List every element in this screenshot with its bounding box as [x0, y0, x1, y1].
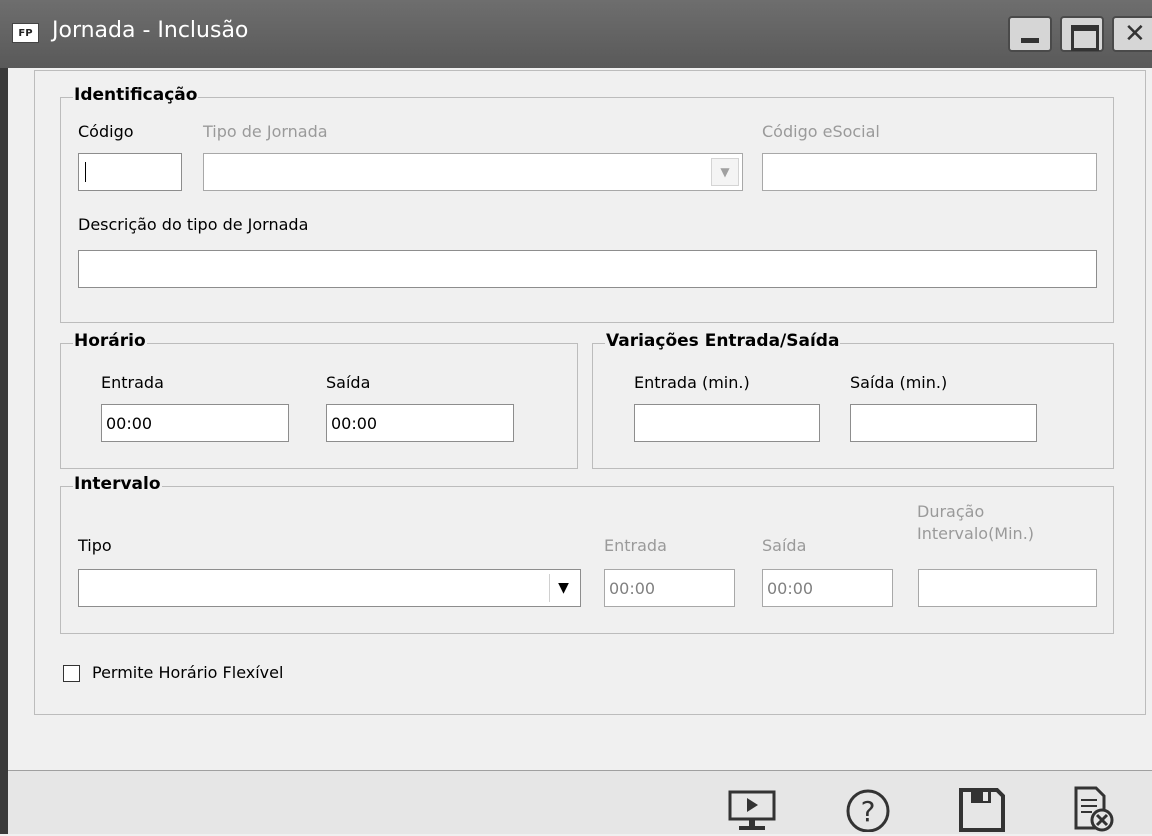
- preview-icon: [728, 790, 776, 830]
- duracao-intervalo-input[interactable]: [918, 569, 1097, 607]
- help-button[interactable]: ?: [843, 784, 893, 833]
- horario-title: Horário: [73, 331, 147, 351]
- horario-entrada-input[interactable]: 00:00: [101, 404, 289, 442]
- save-icon: [959, 788, 1005, 832]
- tipo-jornada-label: Tipo de Jornada: [203, 122, 328, 141]
- intervalo-saida-input[interactable]: 00:00: [762, 569, 893, 607]
- codigo-label: Código: [78, 122, 134, 141]
- identificacao-title: Identificação: [73, 85, 199, 105]
- preview-button[interactable]: [727, 784, 777, 832]
- variacoes-entrada-input[interactable]: [634, 404, 820, 442]
- intervalo-tipo-label: Tipo: [78, 536, 112, 555]
- minimize-button[interactable]: [1008, 16, 1052, 52]
- help-icon: ?: [846, 789, 890, 833]
- cancel-document-icon: [1074, 786, 1114, 832]
- horario-saida-input[interactable]: 00:00: [326, 404, 514, 442]
- duracao-label-line2: Intervalo(Min.): [917, 524, 1035, 543]
- chevron-down-icon[interactable]: ▼: [549, 574, 577, 602]
- codigo-input[interactable]: [78, 153, 182, 191]
- cancel-document-button[interactable]: [1070, 784, 1120, 832]
- horario-flexivel-label: Permite Horário Flexível: [92, 663, 284, 682]
- codigo-esocial-input[interactable]: [762, 153, 1097, 191]
- variacoes-saida-label: Saída (min.): [850, 373, 948, 392]
- horario-flexivel-checkbox[interactable]: [63, 665, 80, 682]
- intervalo-entrada-input[interactable]: 00:00: [604, 569, 735, 607]
- window-title: Jornada - Inclusão: [52, 18, 249, 43]
- intervalo-tipo-select[interactable]: ▼: [78, 569, 581, 607]
- close-button[interactable]: [1112, 16, 1152, 52]
- intervalo-saida-label: Saída: [762, 536, 807, 555]
- duracao-label-line1: Duração: [917, 502, 985, 521]
- title-bar: FP Jornada - Inclusão: [0, 0, 1152, 68]
- descricao-input[interactable]: [78, 250, 1097, 288]
- descricao-label: Descrição do tipo de Jornada: [78, 215, 309, 234]
- svg-text:?: ?: [861, 795, 876, 828]
- horario-saida-label: Saída: [326, 373, 371, 392]
- maximize-button[interactable]: [1060, 16, 1104, 52]
- tipo-jornada-select[interactable]: ▼: [203, 153, 743, 191]
- intervalo-entrada-label: Entrada: [604, 536, 667, 555]
- horario-entrada-label: Entrada: [101, 373, 164, 392]
- chevron-down-icon[interactable]: ▼: [711, 158, 739, 186]
- variacoes-saida-input[interactable]: [850, 404, 1037, 442]
- window-left-border: [0, 68, 8, 834]
- text-caret: [85, 162, 86, 182]
- save-button[interactable]: [957, 784, 1007, 832]
- variacoes-title: Variações Entrada/Saída: [605, 331, 841, 351]
- variacoes-entrada-label: Entrada (min.): [634, 373, 750, 392]
- app-icon: FP: [12, 23, 39, 43]
- intervalo-title: Intervalo: [73, 474, 162, 494]
- codigo-esocial-label: Código eSocial: [762, 122, 880, 141]
